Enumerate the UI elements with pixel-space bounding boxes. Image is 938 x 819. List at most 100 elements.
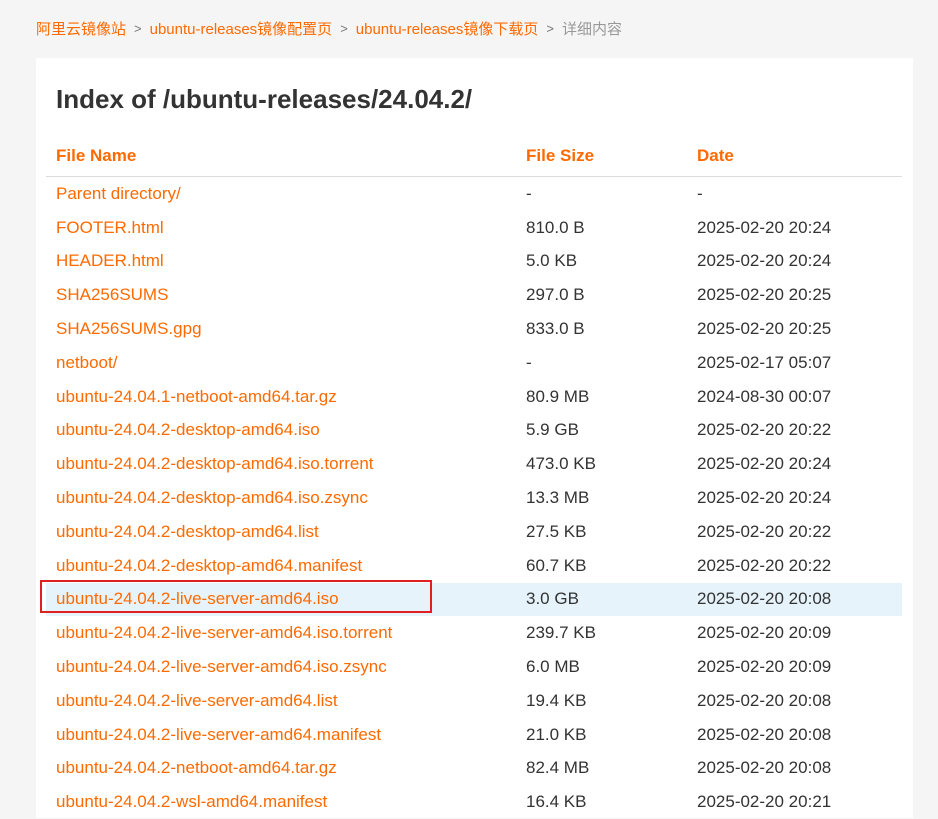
file-size-cell: 27.5 KB (516, 515, 687, 549)
file-size-cell: 13.3 MB (516, 481, 687, 515)
file-date-cell: 2024-08-30 00:07 (687, 380, 902, 414)
file-name-cell: ubuntu-24.04.2-desktop-amd64.list (46, 515, 516, 549)
file-name-cell: ubuntu-24.04.2-desktop-amd64.iso.torrent (46, 447, 516, 481)
file-size-cell: 239.7 KB (516, 616, 687, 650)
file-name-cell: ubuntu-24.04.2-wsl-amd64.manifest (46, 785, 516, 819)
file-listing-table: File Name File Size Date Parent director… (46, 136, 902, 819)
breadcrumb: 阿里云镜像站 > ubuntu-releases镜像配置页 > ubuntu-r… (36, 17, 622, 39)
file-date-cell: 2025-02-20 20:09 (687, 650, 902, 684)
file-link[interactable]: SHA256SUMS.gpg (56, 319, 202, 338)
file-link[interactable]: HEADER.html (56, 251, 164, 270)
file-size-cell: 82.4 MB (516, 752, 687, 786)
file-date-cell: 2025-02-20 20:08 (687, 684, 902, 718)
table-row: ubuntu-24.04.2-live-server-amd64.list 19.… (46, 684, 902, 718)
breadcrumb-separator: > (546, 21, 554, 36)
file-date-cell: 2025-02-20 20:22 (687, 414, 902, 448)
column-header-date: Date (687, 136, 902, 177)
file-link[interactable]: ubuntu-24.04.2-netboot-amd64.tar.gz (56, 758, 337, 777)
table-row: ubuntu-24.04.2-live-server-amd64.manifes… (46, 718, 902, 752)
listing-panel: Index of /ubuntu-releases/24.04.2/ File … (36, 58, 913, 818)
file-size-cell: 16.4 KB (516, 785, 687, 819)
file-size-cell: - (516, 346, 687, 380)
file-link[interactable]: ubuntu-24.04.2-live-server-amd64.iso.tor… (56, 623, 392, 642)
breadcrumb-link-mirror-download[interactable]: ubuntu-releases镜像下载页 (356, 18, 539, 39)
file-date-cell: 2025-02-20 20:25 (687, 278, 902, 312)
file-link[interactable]: netboot/ (56, 353, 117, 372)
file-name-cell: ubuntu-24.04.2-live-server-amd64.iso.tor… (46, 616, 516, 650)
file-size-cell: 19.4 KB (516, 684, 687, 718)
file-name-cell: ubuntu-24.04.2-live-server-amd64.manifes… (46, 718, 516, 752)
file-name-cell: SHA256SUMS (46, 278, 516, 312)
file-size-cell: 5.9 GB (516, 414, 687, 448)
file-size-cell: 473.0 KB (516, 447, 687, 481)
table-row: SHA256SUMS.gpg833.0 B2025-02-20 20:25 (46, 312, 902, 346)
file-name-cell: FOOTER.html (46, 211, 516, 245)
file-size-cell: 80.9 MB (516, 380, 687, 414)
table-row: ubuntu-24.04.2-live-server-amd64.iso.zsy… (46, 650, 902, 684)
file-link[interactable]: ubuntu-24.04.2-live-server-amd64.manifes… (56, 725, 381, 744)
file-date-cell: 2025-02-20 20:21 (687, 785, 902, 819)
file-size-cell: 6.0 MB (516, 650, 687, 684)
breadcrumb-link-mirror-home[interactable]: 阿里云镜像站 (36, 18, 126, 39)
file-name-cell: ubuntu-24.04.1-netboot-amd64.tar.gz (46, 380, 516, 414)
file-size-cell: 810.0 B (516, 211, 687, 245)
file-link[interactable]: ubuntu-24.04.2-desktop-amd64.iso.zsync (56, 488, 368, 507)
file-link[interactable]: ubuntu-24.04.2-desktop-amd64.iso.torrent (56, 454, 374, 473)
column-header-file-name: File Name (46, 136, 516, 177)
table-row: ubuntu-24.04.2-desktop-amd64.iso.torrent… (46, 447, 902, 481)
file-name-cell: HEADER.html (46, 245, 516, 279)
file-size-cell: 297.0 B (516, 278, 687, 312)
table-row: Parent directory/ -- (46, 177, 902, 211)
table-row: ubuntu-24.04.2-desktop-amd64.iso.zsync 13… (46, 481, 902, 515)
table-row: SHA256SUMS 297.0 B2025-02-20 20:25 (46, 278, 902, 312)
table-row: ubuntu-24.04.2-netboot-amd64.tar.gz 82.4 … (46, 752, 902, 786)
table-row: ubuntu-24.04.2-wsl-amd64.manifest 16.4 KB… (46, 785, 902, 819)
file-link[interactable]: ubuntu-24.04.2-live-server-amd64.list (56, 691, 338, 710)
table-row: FOOTER.html 810.0 B2025-02-20 20:24 (46, 211, 902, 245)
file-date-cell: 2025-02-20 20:08 (687, 718, 902, 752)
file-date-cell: 2025-02-20 20:24 (687, 447, 902, 481)
table-row: netboot/ -2025-02-17 05:07 (46, 346, 902, 380)
table-row: ubuntu-24.04.1-netboot-amd64.tar.gz 80.9 … (46, 380, 902, 414)
breadcrumb-link-mirror-config[interactable]: ubuntu-releases镜像配置页 (150, 18, 333, 39)
file-size-cell: - (516, 177, 687, 211)
file-link[interactable]: FOOTER.html (56, 218, 164, 237)
file-name-cell: SHA256SUMS.gpg (46, 312, 516, 346)
breadcrumb-separator: > (134, 21, 142, 36)
file-link[interactable]: ubuntu-24.04.2-live-server-amd64.iso (56, 589, 339, 608)
file-link[interactable]: SHA256SUMS (56, 285, 168, 304)
file-name-cell: ubuntu-24.04.2-live-server-amd64.iso.zsy… (46, 650, 516, 684)
file-link[interactable]: ubuntu-24.04.2-desktop-amd64.list (56, 522, 319, 541)
breadcrumb-separator: > (340, 21, 348, 36)
file-name-cell: ubuntu-24.04.2-live-server-amd64.list (46, 684, 516, 718)
column-header-file-size: File Size (516, 136, 687, 177)
file-link[interactable]: ubuntu-24.04.2-desktop-amd64.manifest (56, 556, 362, 575)
table-row: ubuntu-24.04.2-desktop-amd64.list 27.5 KB… (46, 515, 902, 549)
table-row: ubuntu-24.04.2-live-server-amd64.iso.tor… (46, 616, 902, 650)
file-link[interactable]: ubuntu-24.04.2-wsl-amd64.manifest (56, 792, 327, 811)
file-date-cell: 2025-02-20 20:22 (687, 515, 902, 549)
file-name-cell: ubuntu-24.04.2-desktop-amd64.manifest (46, 549, 516, 583)
file-date-cell: 2025-02-20 20:08 (687, 752, 902, 786)
file-link[interactable]: Parent directory/ (56, 184, 181, 203)
file-rows: Parent directory/--FOOTER.html810.0 B202… (46, 177, 902, 819)
file-link[interactable]: ubuntu-24.04.2-desktop-amd64.iso (56, 420, 320, 439)
table-row: ubuntu-24.04.2-desktop-amd64.iso 5.9 GB20… (46, 414, 902, 448)
file-date-cell: 2025-02-20 20:09 (687, 616, 902, 650)
file-link[interactable]: ubuntu-24.04.2-live-server-amd64.iso.zsy… (56, 657, 387, 676)
file-name-cell: ubuntu-24.04.2-desktop-amd64.iso (46, 414, 516, 448)
file-date-cell: - (687, 177, 902, 211)
file-size-cell: 60.7 KB (516, 549, 687, 583)
file-name-cell: netboot/ (46, 346, 516, 380)
file-date-cell: 2025-02-20 20:24 (687, 245, 902, 279)
file-date-cell: 2025-02-20 20:24 (687, 211, 902, 245)
file-size-cell: 833.0 B (516, 312, 687, 346)
file-date-cell: 2025-02-20 20:24 (687, 481, 902, 515)
file-name-cell: ubuntu-24.04.2-desktop-amd64.iso.zsync (46, 481, 516, 515)
table-header-row: File Name File Size Date (46, 136, 902, 177)
file-date-cell: 2025-02-17 05:07 (687, 346, 902, 380)
file-name-cell: ubuntu-24.04.2-live-server-amd64.iso (46, 583, 516, 617)
page-title: Index of /ubuntu-releases/24.04.2/ (56, 84, 472, 115)
table-row: ubuntu-24.04.2-desktop-amd64.manifest 60.… (46, 549, 902, 583)
file-link[interactable]: ubuntu-24.04.1-netboot-amd64.tar.gz (56, 387, 337, 406)
